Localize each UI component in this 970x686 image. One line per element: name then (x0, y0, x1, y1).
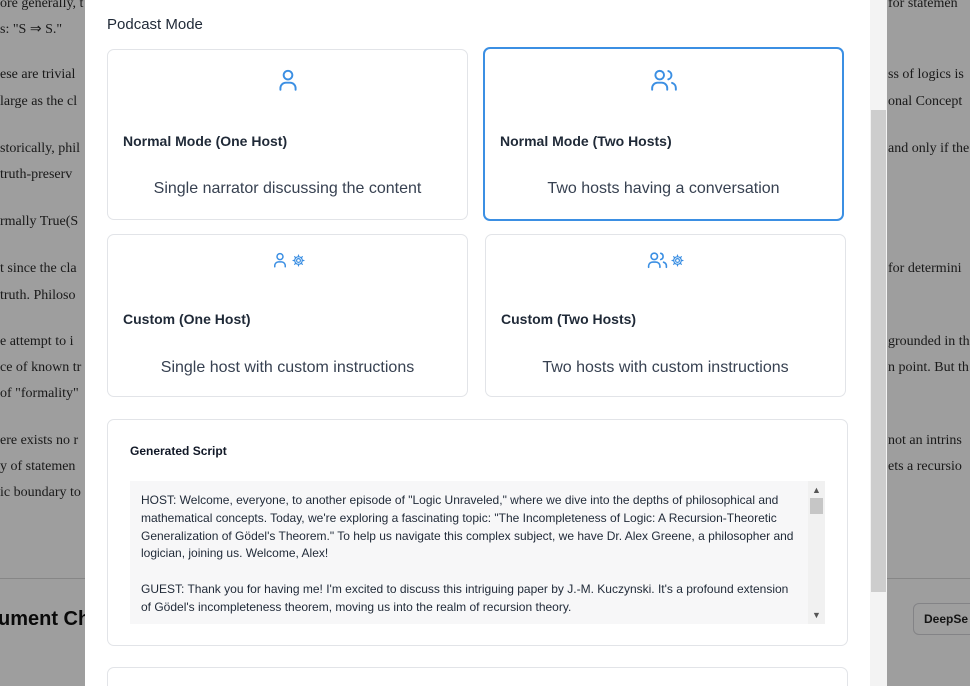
script-text: HOST: Welcome, everyone, to another epis… (141, 492, 801, 624)
mode-card-custom-two-hosts[interactable]: Custom (Two Hosts) Two hosts with custom… (485, 234, 846, 397)
script-scrollbar[interactable]: ▲ ▼ (808, 481, 825, 624)
user-icon (108, 67, 467, 93)
mode-card-normal-one-host[interactable]: Normal Mode (One Host) Single narrator d… (107, 49, 468, 220)
users-icon (485, 67, 842, 93)
script-paragraph: HOST: Welcome, everyone, to another epis… (141, 493, 794, 561)
gear-icon (291, 253, 305, 267)
script-paragraph: GUEST: Thank you for having me! I'm exci… (141, 581, 789, 614)
mode-title: Custom (Two Hosts) (501, 311, 637, 327)
mode-description: Single narrator discussing the content (153, 180, 422, 197)
next-section-card (107, 667, 848, 686)
mode-title: Normal Mode (One Host) (123, 133, 288, 149)
mode-title: Normal Mode (Two Hosts) (500, 133, 672, 149)
scroll-down-icon[interactable]: ▼ (808, 608, 825, 622)
user-gear-icon-group (108, 250, 467, 270)
user-icon (273, 252, 286, 268)
modal-scrollbar[interactable] (870, 0, 887, 686)
users-gear-icon-group (486, 250, 845, 270)
modal-scrollbar-thumb[interactable] (871, 110, 886, 592)
podcast-mode-title: Podcast Mode (107, 16, 203, 33)
script-textarea[interactable]: HOST: Welcome, everyone, to another epis… (130, 481, 825, 624)
mode-title: Custom (One Host) (123, 311, 251, 327)
gear-icon (671, 253, 684, 267)
scroll-up-icon[interactable]: ▲ (808, 483, 825, 497)
mode-card-custom-one-host[interactable]: Custom (One Host) Single host with custo… (107, 234, 468, 397)
mode-card-normal-two-hosts[interactable]: Normal Mode (Two Hosts) Two hosts having… (483, 47, 844, 221)
mode-description: Two hosts having a conversation (547, 180, 780, 197)
podcast-modal: Podcast Mode Normal Mode (One Host) Sing… (85, 0, 887, 686)
generated-script-card: Generated Script HOST: Welcome, everyone… (107, 419, 848, 646)
generated-script-title: Generated Script (130, 444, 227, 458)
users-icon (647, 252, 668, 269)
mode-description: Single host with custom instructions (160, 359, 415, 376)
script-scrollbar-thumb[interactable] (810, 498, 823, 514)
mode-description: Two hosts with custom instructions (542, 359, 789, 376)
